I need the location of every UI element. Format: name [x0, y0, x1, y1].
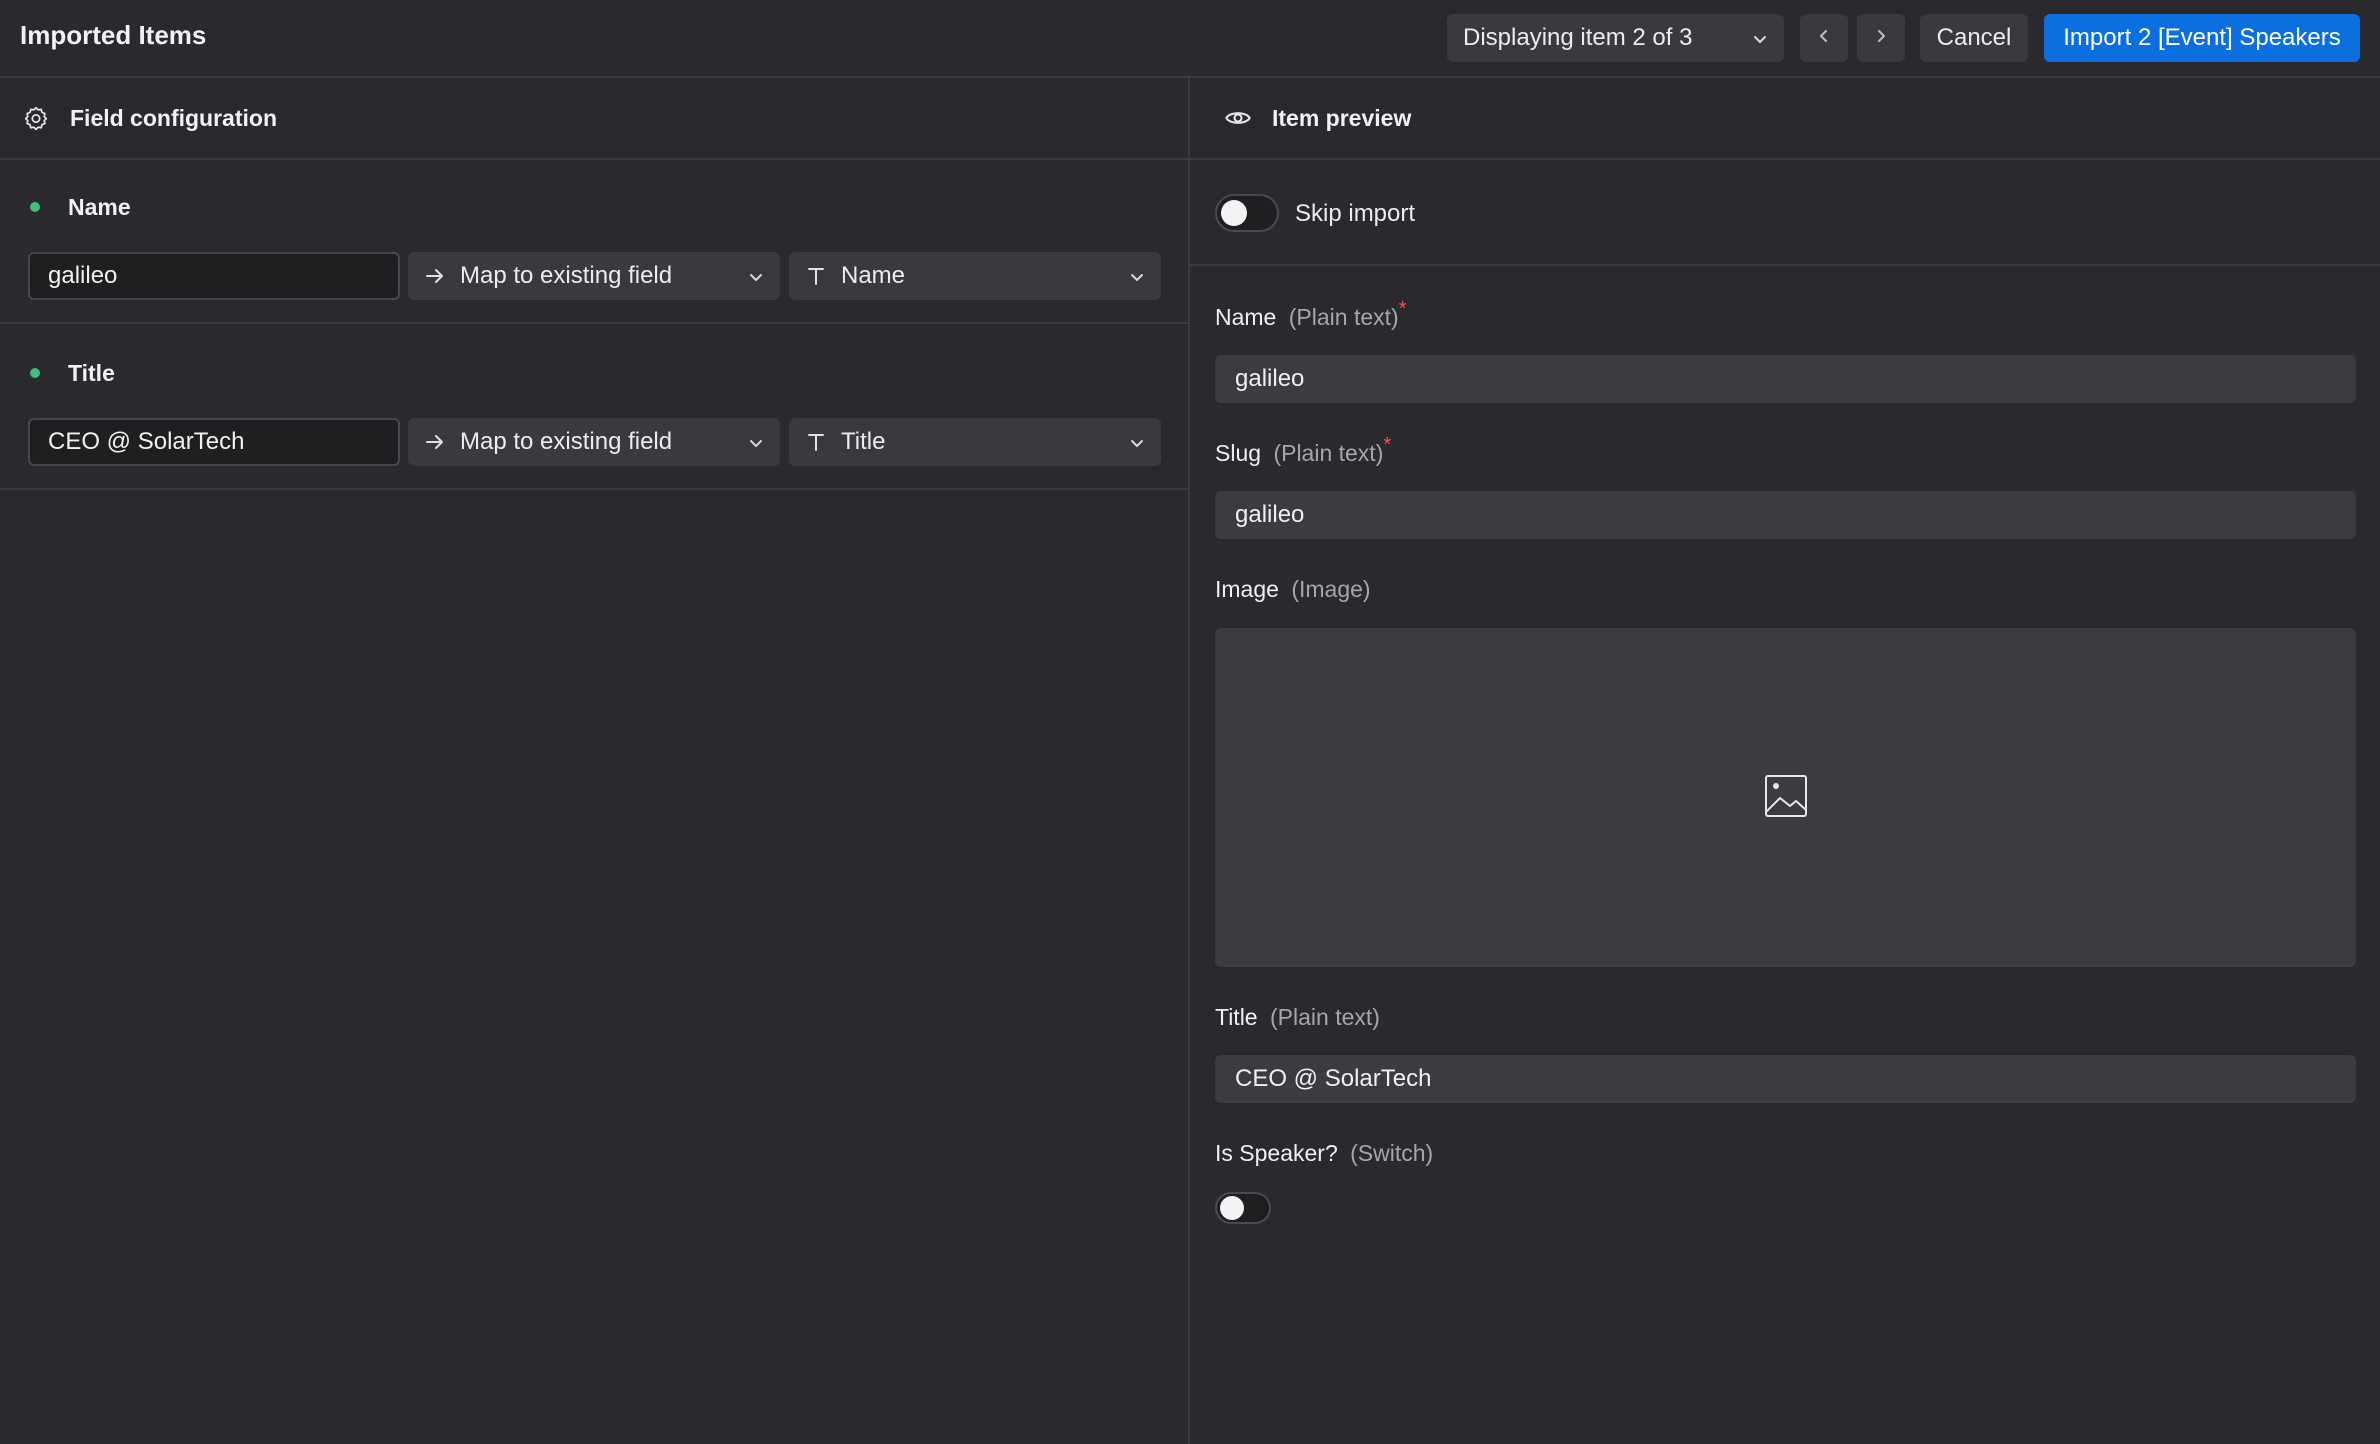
preview-slug-input[interactable]: galileo: [1215, 491, 2356, 539]
mapping-mode-dropdown[interactable]: Map to existing field: [408, 418, 780, 466]
chevron-down-icon: [746, 432, 766, 460]
preview-field-label: Name (Plain text)*: [1215, 298, 1406, 331]
page-title: Imported Items: [20, 20, 207, 50]
skip-import-toggle[interactable]: [1215, 194, 1279, 232]
field-label: Title: [1215, 1004, 1258, 1030]
target-field-dropdown[interactable]: Name: [789, 252, 1161, 300]
preview-field-label: Title (Plain text): [1215, 1004, 1380, 1031]
field-configuration-header: Field configuration: [0, 78, 1188, 160]
gear-icon: [22, 104, 50, 132]
chevron-down-icon: [1127, 266, 1147, 294]
field-label: Image: [1215, 576, 1279, 602]
field-config-name: Title: [68, 360, 115, 386]
next-item-button[interactable]: [1857, 14, 1905, 62]
image-placeholder[interactable]: [1215, 628, 2356, 967]
field-label: Is Speaker?: [1215, 1140, 1338, 1166]
import-button[interactable]: Import 2 [Event] Speakers: [2044, 14, 2360, 62]
field-config-name: Name: [68, 194, 131, 220]
item-selector-dropdown[interactable]: Displaying item 2 of 3: [1447, 14, 1784, 62]
preview-field-label: Is Speaker? (Switch): [1215, 1140, 1433, 1167]
arrow-right-icon: [422, 429, 448, 455]
field-type: (Plain text): [1270, 1004, 1380, 1030]
field-configuration-title: Field configuration: [70, 104, 277, 131]
text-type-icon: [803, 429, 829, 455]
field-label: Name: [1215, 304, 1277, 330]
preview-name-input[interactable]: galileo: [1215, 355, 2356, 403]
item-preview-title: Item preview: [1272, 104, 1412, 131]
status-dot: [30, 202, 40, 212]
previous-item-button[interactable]: [1800, 14, 1848, 62]
top-bar: Imported Items Displaying item 2 of 3 Ca…: [0, 0, 2380, 78]
is-speaker-toggle[interactable]: [1215, 1192, 1271, 1224]
item-preview-header: Item preview: [1190, 78, 2380, 160]
toggle-knob: [1221, 200, 1247, 226]
field-type: (Switch): [1350, 1140, 1434, 1166]
field-label: Slug: [1215, 440, 1262, 466]
preview-field-label: Image (Image): [1215, 576, 1371, 603]
field-type: (Plain text): [1288, 304, 1399, 330]
required-marker: *: [1383, 434, 1392, 456]
mapping-mode-label: Map to existing field: [460, 262, 673, 289]
field-type: (Plain text): [1273, 440, 1384, 466]
field-config-row: Title CEO @ SolarTech Map to existing fi…: [0, 326, 1188, 490]
chevron-right-icon: [1871, 26, 1891, 51]
toggle-knob: [1220, 1196, 1244, 1220]
text-type-icon: [803, 263, 829, 289]
field-type: (Image): [1291, 576, 1371, 602]
panel-divider: [1188, 78, 1190, 1444]
chevron-down-icon: [1127, 432, 1147, 460]
field-config-row: Name galileo Map to existing field Name: [0, 160, 1188, 324]
item-selector-label: Displaying item 2 of 3: [1463, 24, 1693, 51]
chevron-down-icon: [1750, 28, 1770, 56]
preview-title-input[interactable]: CEO @ SolarTech: [1215, 1055, 2356, 1103]
mapping-mode-dropdown[interactable]: Map to existing field: [408, 252, 780, 300]
eye-icon: [1224, 104, 1252, 132]
target-field-label: Title: [841, 428, 886, 455]
mapping-mode-label: Map to existing field: [460, 428, 673, 455]
source-value-input[interactable]: galileo: [28, 252, 400, 300]
image-icon: [1764, 774, 1808, 823]
arrow-right-icon: [422, 263, 448, 289]
status-dot: [30, 368, 40, 378]
chevron-down-icon: [746, 266, 766, 294]
cancel-button[interactable]: Cancel: [1920, 14, 2028, 62]
chevron-left-icon: [1814, 26, 1834, 51]
skip-import-label: Skip import: [1295, 200, 1416, 227]
target-field-label: Name: [841, 262, 906, 289]
target-field-dropdown[interactable]: Title: [789, 418, 1161, 466]
required-marker: *: [1398, 298, 1407, 320]
source-value-input[interactable]: CEO @ SolarTech: [28, 418, 400, 466]
preview-field-label: Slug (Plain text)*: [1215, 434, 1391, 467]
